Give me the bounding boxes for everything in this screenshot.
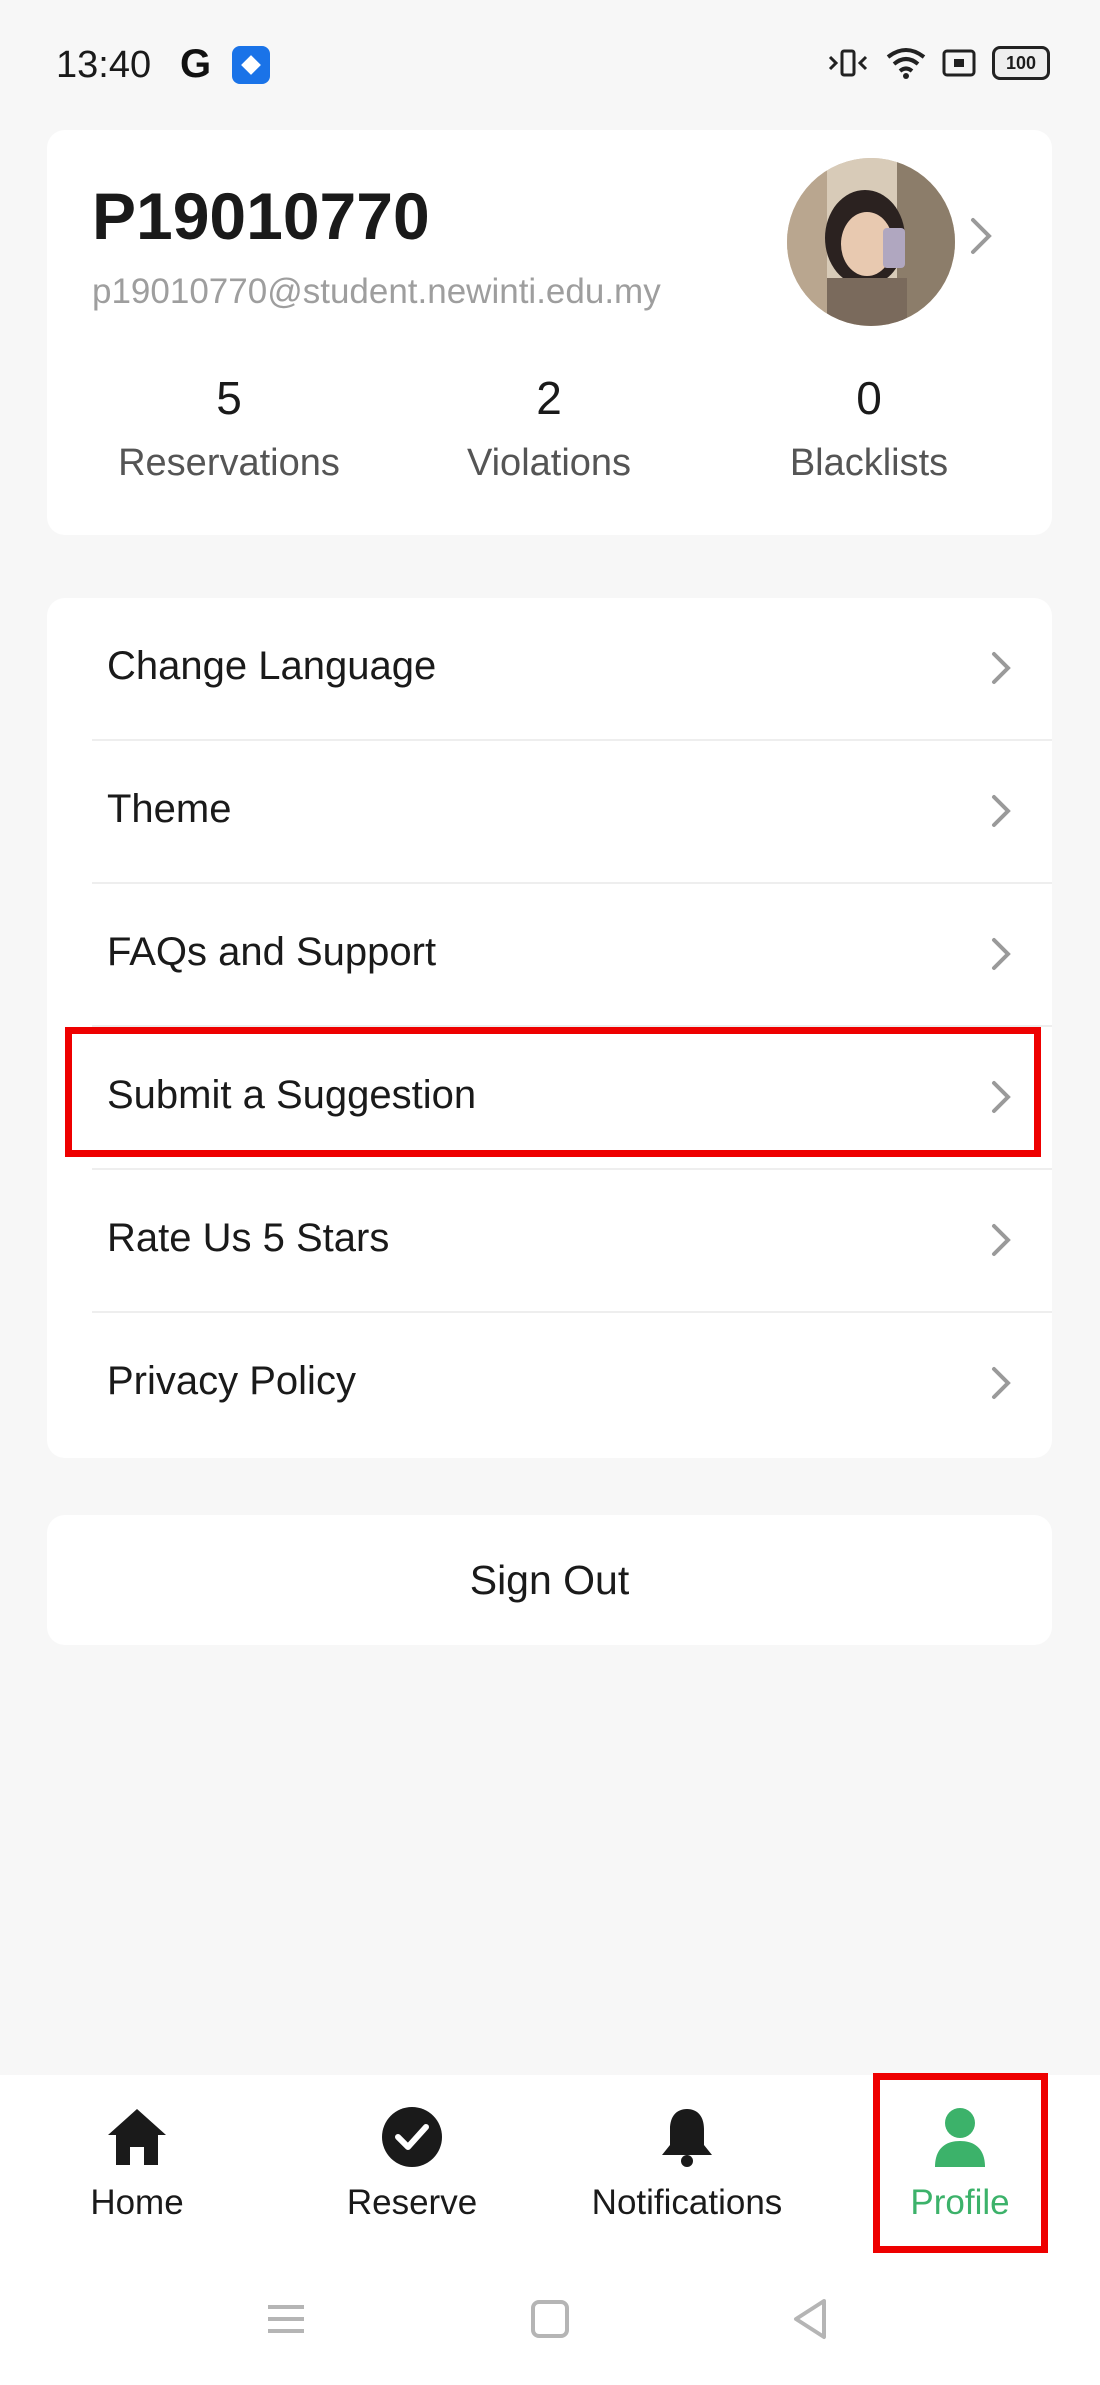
menu-item-change-language[interactable]: Change Language <box>47 598 1052 741</box>
stat-reservations[interactable]: 5 Reservations <box>69 370 389 485</box>
nav-label: Profile <box>910 2183 1010 2222</box>
stat-label: Reservations <box>118 442 340 484</box>
profile-email: p19010770@student.newinti.edu.my <box>92 272 661 311</box>
chevron-right-icon <box>971 218 992 254</box>
status-time: 13:40 <box>56 44 152 86</box>
settings-menu: Change Language Theme FAQs and Support S… <box>47 598 1052 1458</box>
menu-item-label: Privacy Policy <box>107 1359 356 1403</box>
chevron-right-icon <box>992 1224 1011 1256</box>
menu-icon[interactable] <box>264 2297 308 2341</box>
nav-label: Home <box>90 2183 184 2222</box>
nav-home[interactable]: Home <box>7 2105 267 2223</box>
vibrate-icon <box>828 49 868 77</box>
nav-reserve[interactable]: Reserve <box>282 2105 542 2223</box>
wifi-icon <box>886 48 926 79</box>
nav-profile[interactable]: Profile <box>830 2105 1090 2223</box>
sign-out-label: Sign Out <box>469 1557 630 1603</box>
app-badge-icon <box>232 46 270 84</box>
system-nav-bar <box>0 2275 1100 2385</box>
status-bar: 13:40 G 100 <box>0 0 1100 130</box>
check-circle-icon <box>382 2107 442 2167</box>
person-icon <box>935 2108 985 2167</box>
profile-screen: 13:40 G 100 P19010770 p19010770@student.… <box>0 0 1100 2385</box>
menu-item-label: Rate Us 5 Stars <box>107 1216 390 1260</box>
chevron-right-icon <box>992 795 1011 827</box>
stat-violations[interactable]: 2 Violations <box>389 370 709 485</box>
stat-blacklists[interactable]: 0 Blacklists <box>709 370 1029 485</box>
stats-row: 5 Reservations 2 Violations 0 Blacklists <box>47 370 1052 500</box>
nav-label: Reserve <box>346 2183 478 2222</box>
stat-value: 0 <box>856 372 882 424</box>
menu-item-label: FAQs and Support <box>107 930 437 974</box>
battery-icon: 100 <box>992 46 1050 80</box>
sign-out-button[interactable]: Sign Out <box>47 1515 1052 1645</box>
avatar[interactable] <box>787 158 955 326</box>
stat-value: 2 <box>536 372 562 424</box>
chevron-right-icon <box>992 652 1011 684</box>
stat-value: 5 <box>216 372 242 424</box>
stat-label: Violations <box>466 442 632 484</box>
nav-label: Notifications <box>591 2183 783 2222</box>
menu-item-theme[interactable]: Theme <box>47 741 1052 884</box>
menu-item-faqs-support[interactable]: FAQs and Support <box>47 884 1052 1027</box>
menu-item-privacy-policy[interactable]: Privacy Policy <box>47 1313 1052 1456</box>
nav-notifications[interactable]: Notifications <box>557 2105 817 2223</box>
status-icons: 100 <box>826 46 1050 80</box>
bottom-nav: Home Reserve Notifications Profile <box>0 2075 1100 2275</box>
home-button-icon[interactable] <box>528 2297 572 2341</box>
profile-card[interactable]: P19010770 p19010770@student.newinti.edu.… <box>47 130 1052 535</box>
menu-item-submit-suggestion[interactable]: Submit a Suggestion <box>47 1027 1052 1170</box>
chevron-right-icon <box>992 938 1011 970</box>
stat-label: Blacklists <box>789 442 949 484</box>
home-icon <box>108 2109 166 2165</box>
bell-icon <box>662 2109 712 2167</box>
profile-name: P19010770 <box>92 179 430 253</box>
chevron-right-icon <box>992 1081 1011 1113</box>
google-icon: G <box>180 42 212 86</box>
menu-item-label: Submit a Suggestion <box>107 1073 477 1117</box>
screen-record-icon <box>942 49 976 77</box>
back-icon[interactable] <box>788 2297 832 2341</box>
chevron-right-icon <box>992 1367 1011 1399</box>
menu-item-label: Theme <box>107 787 232 831</box>
menu-item-label: Change Language <box>107 644 437 688</box>
menu-item-rate-us[interactable]: Rate Us 5 Stars <box>47 1170 1052 1313</box>
